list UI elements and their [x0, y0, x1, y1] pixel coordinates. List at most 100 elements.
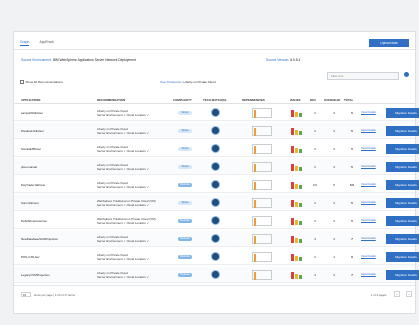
migration-details-button[interactable]: Migration Details — [386, 270, 419, 280]
user-pref-value[interactable]: Liberty on Private Cloud — [184, 80, 216, 84]
rec-checks: Server Environment ✓ Cloud Location ✓ — [97, 185, 150, 189]
migration-details-button[interactable]: Migration Details — [386, 108, 419, 118]
app-name[interactable]: plan-manual — [21, 165, 37, 169]
dev-cost: 4 — [314, 273, 316, 277]
table-row[interactable]: POS-CJKUser Liberty on Private Cloud Serve… — [14, 249, 419, 265]
dependencies-chart-icon[interactable] — [252, 234, 272, 244]
migration-details-button[interactable]: Migration Details — [386, 216, 419, 226]
table-row[interactable]: plan-manual Liberty on Private Cloud Serve… — [14, 159, 419, 175]
col-total[interactable]: TOTAL — [344, 98, 353, 102]
view-details-link[interactable]: View Details — [361, 273, 376, 276]
table-row[interactable]: DayTrader EEUser Liberty on Private Cloud… — [14, 177, 419, 193]
range-text: items per page | 1-10 of 17 items — [34, 293, 75, 297]
col-dependencies[interactable]: DEPENDENCIES — [242, 98, 265, 102]
col-complexity[interactable]: COMPLEXITY — [173, 98, 192, 102]
dev-cost: 2 — [314, 147, 316, 151]
table-row[interactable]: NewDatabaseSOAPInjection Liberty on Priva… — [14, 231, 419, 247]
view-details-link[interactable]: View Details — [361, 147, 376, 150]
app-name[interactable]: DividendJCEUser — [21, 129, 44, 133]
total-cost: 6 — [351, 255, 353, 259]
tech-match-gauge-icon — [211, 234, 220, 243]
recommendation: WebSphere Traditional on Private Cloud (… — [97, 217, 156, 225]
issue-bar-critical — [291, 272, 294, 279]
view-details-link[interactable]: View Details — [361, 237, 376, 240]
issue-bar-critical — [291, 164, 294, 171]
col-issues[interactable]: ISSUES — [290, 98, 301, 102]
rec-checks: Server Environment ✓ Cloud Location ✓ — [97, 149, 150, 153]
tab-bar: Graph AppFrwrk — [20, 40, 54, 46]
app-name[interactable]: NewDatabaseSOAPInjection — [21, 237, 58, 241]
filter-input[interactable]: Filter text — [327, 72, 399, 80]
migration-details-button[interactable]: Migration Details — [386, 252, 419, 262]
table-row[interactable]: StocksEJBUser Liberty on Private Cloud Ser… — [14, 141, 419, 157]
app-name[interactable]: StocksEJBUser — [21, 147, 41, 151]
view-details-link[interactable]: View Details — [361, 201, 376, 204]
recommendation: Liberty on Private Cloud Server Environme… — [97, 127, 149, 135]
migration-details-button[interactable]: Migration Details — [386, 162, 419, 172]
app-name[interactable]: SummitInvest — [21, 201, 39, 205]
upload-data-button[interactable]: Upload data — [369, 39, 409, 47]
issues-bars-icon — [291, 199, 304, 207]
app-name[interactable]: sampleWSEUser — [21, 111, 43, 115]
dev-cost: 0.5 — [312, 183, 318, 187]
per-page-select[interactable]: 10 — [21, 292, 31, 297]
dependencies-chart-icon[interactable] — [252, 270, 272, 280]
view-details-link[interactable]: View Details — [361, 219, 376, 222]
dependencies-chart-icon[interactable] — [252, 252, 272, 262]
complexity-badge: Moderate — [178, 273, 192, 277]
table-row[interactable]: DividendJCEUser Liberty on Private Cloud S… — [14, 123, 419, 139]
col-recommendation[interactable]: RECOMMENDATION — [97, 98, 125, 102]
app-name[interactable]: LegacyCVMProjection — [21, 273, 50, 277]
dependencies-chart-icon[interactable] — [252, 180, 272, 190]
overhead-cost: 3 — [333, 111, 335, 115]
prev-page-button[interactable]: ‹ — [394, 291, 400, 297]
tab-appfrwrk[interactable]: AppFrwrk — [39, 40, 54, 46]
view-details-link[interactable]: View Details — [361, 183, 376, 186]
migration-details-button[interactable]: Migration Details — [386, 144, 419, 154]
migration-details-button[interactable]: Migration Details — [386, 180, 419, 190]
app-name[interactable]: DeltaShopCustomer — [21, 219, 47, 223]
dependencies-chart-icon[interactable] — [252, 198, 272, 208]
tab-graph[interactable]: Graph — [20, 40, 30, 46]
table-row[interactable]: DeltaShopCustomer WebSphere Traditional o… — [14, 213, 419, 229]
migration-details-button[interactable]: Migration Details — [386, 126, 419, 136]
total-cost: 5 — [351, 219, 353, 223]
rec-checks: Server Environment ✓ Cloud Location ✓ — [97, 275, 150, 279]
issues-bars-icon — [291, 181, 304, 189]
table-row[interactable]: SummitInvest WebSphere Traditional on Pri… — [14, 195, 419, 211]
view-details-link[interactable]: View Details — [361, 255, 376, 258]
col-dev[interactable]: DEV — [310, 98, 316, 102]
recommendation: Liberty on Private Cloud Server Environme… — [97, 145, 149, 153]
view-details-link[interactable]: View Details — [361, 165, 376, 168]
dev-cost: 2 — [314, 111, 316, 115]
dependencies-chart-icon[interactable] — [252, 162, 272, 172]
complexity-badge: Moderate — [178, 237, 192, 241]
migration-details-button[interactable]: Migration Details — [386, 234, 419, 244]
tech-match-gauge-icon — [211, 162, 220, 171]
next-page-button[interactable]: › — [406, 291, 412, 297]
dependencies-chart-icon[interactable] — [252, 108, 272, 118]
view-details-link[interactable]: View Details — [361, 111, 376, 114]
tech-match-gauge-icon — [211, 126, 220, 135]
col-overhead[interactable]: OVERHEAD — [324, 98, 340, 102]
filter-icon[interactable] — [404, 72, 409, 77]
show-all-toggle[interactable]: Show All Recommendations — [20, 80, 63, 84]
dependencies-chart-icon[interactable] — [252, 126, 272, 136]
total-cost: 5 — [351, 201, 353, 205]
col-tech-match[interactable]: TECH MATCH(%) — [203, 98, 226, 102]
source-environment: Source Environment: IBM WebSphere Applic… — [21, 58, 136, 62]
table-row[interactable]: sampleWSEUser Liberty on Private Cloud Ser… — [14, 105, 419, 121]
table-row[interactable]: LegacyCVMProjection Liberty on Private Cl… — [14, 267, 419, 283]
app-name[interactable]: DayTrader EEUser — [21, 183, 45, 187]
dependencies-chart-icon[interactable] — [252, 216, 272, 226]
migration-details-button[interactable]: Migration Details — [386, 198, 419, 208]
view-details-link[interactable]: View Details — [361, 129, 376, 132]
dependency-bar — [254, 146, 256, 154]
issues-bars-icon — [291, 271, 304, 279]
main-card: Graph AppFrwrk Upload data Source Enviro… — [13, 31, 419, 314]
dependencies-chart-icon[interactable] — [252, 144, 272, 154]
app-name[interactable]: POS-CJKUser — [21, 255, 40, 259]
col-application[interactable]: APPLICATION — [21, 98, 40, 102]
show-all-checkbox[interactable] — [20, 80, 24, 84]
dependency-bar — [254, 272, 256, 280]
